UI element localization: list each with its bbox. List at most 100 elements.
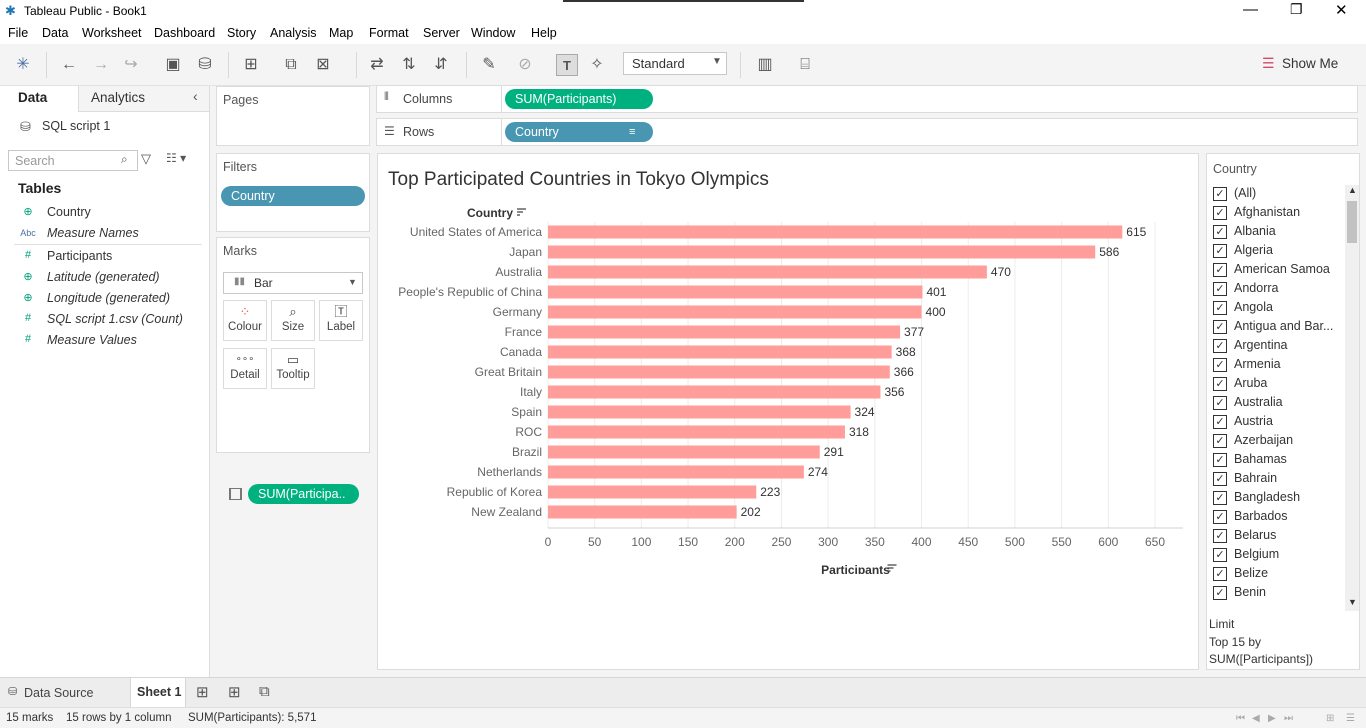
bar-chart[interactable]: 0 50 100 150 200 250 300 350 400 450 500 550 600 650 C… [378,194,1198,574]
checkbox-checked-icon[interactable]: ✓ [1213,187,1227,201]
duplicate-sheet-icon[interactable]: ⧉ [280,54,302,76]
checkbox-checked-icon[interactable]: ✓ [1213,548,1227,562]
nav-prev-icon[interactable]: ◀ [1252,713,1260,724]
tableau-home-icon[interactable]: ✳ [12,54,34,76]
marks-card[interactable]: Marks ▮▮ Bar ▼ ⁘ Colour ⌕ Size 🅃 Label ∘∘∘ D… [216,237,370,504]
checkbox-checked-icon[interactable]: ✓ [1213,567,1227,581]
tab-analytics[interactable]: Analytics ‹ [78,86,209,112]
fix-axes-icon[interactable]: ✧ [586,54,608,76]
view-sorter-icon[interactable]: ☰ [1346,713,1355,724]
filters-card[interactable]: Filters Country [216,153,370,232]
colour-button[interactable]: ⁘ Colour [223,300,267,341]
bar[interactable] [548,405,851,419]
show-mark-labels-icon[interactable]: T [556,54,578,76]
menu-server[interactable]: Server [423,26,460,40]
minimize-icon[interactable]: — [1243,1,1258,18]
filter-pill-country[interactable]: Country [221,186,365,206]
pages-card[interactable]: Pages [216,86,370,146]
checkbox-checked-icon[interactable]: ✓ [1213,244,1227,258]
tab-data[interactable]: Data [0,86,78,112]
x-axis-title[interactable]: Participants [821,563,890,574]
checkbox-checked-icon[interactable]: ✓ [1213,263,1227,277]
bar[interactable] [548,345,892,359]
bar[interactable] [548,265,987,279]
search-input[interactable]: Search ⌕ [8,150,138,171]
fit-dropdown[interactable]: Standard ▼ [623,52,727,75]
scrollbar[interactable]: ▲ ▼ [1345,185,1359,611]
checkbox-checked-icon[interactable]: ✓ [1213,358,1227,372]
sort-ascending-icon[interactable]: ⇅ [398,54,420,76]
new-worksheet-tab-icon[interactable]: ⊞ [196,683,209,701]
view-options-icon[interactable]: ☷ ▾ [166,151,186,165]
y-axis-header[interactable]: Country [467,206,513,220]
sort-descending-icon[interactable]: ⇵ [430,54,452,76]
bar[interactable] [548,305,922,319]
replay-icon[interactable]: ↪ [120,54,142,76]
collapse-pane-icon[interactable]: ‹ [193,88,198,104]
menu-worksheet[interactable]: Worksheet [82,26,142,40]
checkbox-checked-icon[interactable]: ✓ [1213,225,1227,239]
sort-icon[interactable] [517,208,526,216]
undo-icon[interactable]: ← [58,54,80,76]
datasource-name[interactable]: SQL script 1 [42,119,110,133]
nav-next-icon[interactable]: ▶ [1268,713,1276,724]
checkbox-checked-icon[interactable]: ✓ [1213,453,1227,467]
restore-icon[interactable]: ❐ [1290,1,1303,18]
bar[interactable] [548,365,890,379]
country-filter-card[interactable]: Country ✓ (All) ✓ Afghanistan ✓ Albania ✓ Alger… [1206,153,1360,670]
menu-data[interactable]: Data [42,26,68,40]
highlight-icon[interactable]: ✎ [478,54,500,76]
menu-analysis[interactable]: Analysis [270,26,317,40]
menu-format[interactable]: Format [369,26,409,40]
label-button[interactable]: 🅃 Label [319,300,363,341]
checkbox-checked-icon[interactable]: ✓ [1213,510,1227,524]
checkbox-checked-icon[interactable]: ✓ [1213,320,1227,334]
scroll-down-icon[interactable]: ▼ [1348,597,1357,607]
presentation-mode-icon[interactable]: ⌸ [794,54,816,76]
checkbox-checked-icon[interactable]: ✓ [1213,586,1227,600]
tab-sheet-1[interactable]: Sheet 1 [130,678,186,707]
menu-map[interactable]: Map [329,26,353,40]
view-tabs-icon[interactable]: ⊞ [1326,713,1334,724]
bar[interactable] [548,505,737,519]
bar[interactable] [548,425,845,439]
close-icon[interactable]: ✕ [1335,1,1348,19]
checkbox-checked-icon[interactable]: ✓ [1213,434,1227,448]
menu-window[interactable]: Window [471,26,515,40]
worksheet-view[interactable]: Top Participated Countries in Tokyo Olym… [377,153,1199,670]
bar[interactable] [548,485,757,499]
checkbox-checked-icon[interactable]: ✓ [1213,301,1227,315]
checkbox-checked-icon[interactable]: ✓ [1213,472,1227,486]
checkbox-checked-icon[interactable]: ✓ [1213,491,1227,505]
checkbox-checked-icon[interactable]: ✓ [1213,339,1227,353]
columns-shelf[interactable]: ⦀ Columns SUM(Participants) [376,85,1358,113]
bar[interactable] [548,285,923,299]
checkbox-checked-icon[interactable]: ✓ [1213,529,1227,543]
filter-fields-icon[interactable]: ▽ [141,151,151,167]
show-me-button[interactable]: ☰ Show Me [1258,54,1358,76]
new-story-tab-icon[interactable]: ⧉ [259,683,270,700]
group-members-icon[interactable]: ⊘ [514,54,536,76]
menu-story[interactable]: Story [227,26,256,40]
nav-last-icon[interactable]: ⏭ [1284,713,1293,724]
bar[interactable] [548,325,901,339]
checkbox-checked-icon[interactable]: ✓ [1213,377,1227,391]
tab-data-source[interactable]: ⛁ Data Source [0,678,128,707]
clear-sheet-icon[interactable]: ⊠ [312,54,334,76]
scroll-up-icon[interactable]: ▲ [1348,185,1357,195]
bar[interactable] [548,465,804,479]
menu-file[interactable]: File [8,26,28,40]
rows-pill-country[interactable]: Country ≡ [505,122,653,142]
checkbox-checked-icon[interactable]: ✓ [1213,282,1227,296]
new-worksheet-icon[interactable]: ⊞ [240,54,262,76]
mark-type-dropdown[interactable]: ▮▮ Bar ▼ [223,272,363,294]
show-cards-icon[interactable]: ▥ [754,54,776,76]
redo-icon[interactable]: → [90,54,112,76]
bar[interactable] [548,245,1096,259]
detail-button[interactable]: ∘∘∘ Detail [223,348,267,389]
tooltip-button[interactable]: ▭ Tooltip [271,348,315,389]
new-dashboard-tab-icon[interactable]: ⊞ [228,683,241,701]
nav-first-icon[interactable]: ⏮ [1236,713,1245,724]
rows-shelf[interactable]: ☰ Rows Country ≡ [376,118,1358,146]
mark-pill-sum-participants[interactable]: SUM(Participa.. [248,484,359,504]
